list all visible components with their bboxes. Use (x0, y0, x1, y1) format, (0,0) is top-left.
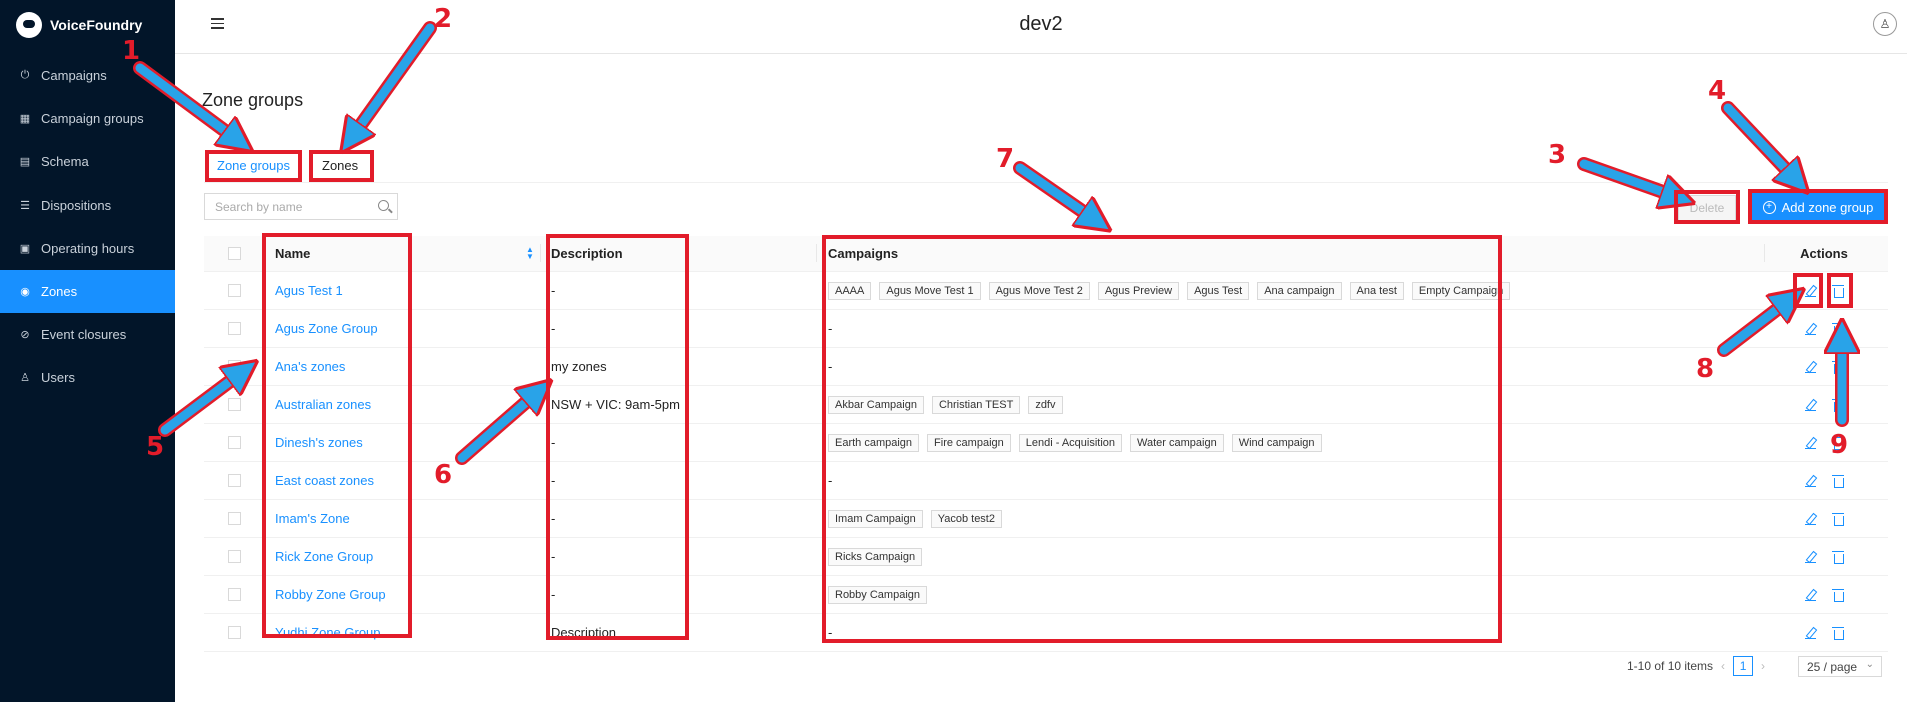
annotation-box-5 (262, 233, 412, 638)
annotation-label-3: 3 (1548, 140, 1567, 170)
annotation-box-4 (1748, 189, 1888, 224)
annotation-label-6: 6 (434, 460, 453, 490)
annotation-box-2 (309, 150, 374, 182)
annotation-box-6 (546, 234, 689, 640)
annotation-label-8: 8 (1696, 354, 1715, 384)
annotation-label-5: 5 (146, 432, 165, 462)
annotation-label-2: 2 (434, 4, 453, 34)
annotation-box-8 (1793, 273, 1823, 308)
annotation-label-9: 9 (1830, 430, 1849, 460)
annotation-box-3 (1674, 190, 1740, 224)
annotation-box-1 (205, 150, 302, 182)
annotation-box-9 (1827, 273, 1853, 308)
annotation-label-4: 4 (1708, 76, 1727, 106)
annotation-label-7: 7 (996, 144, 1015, 174)
annotation-label-1: 1 (122, 36, 141, 66)
annotation-box-7 (822, 235, 1502, 643)
